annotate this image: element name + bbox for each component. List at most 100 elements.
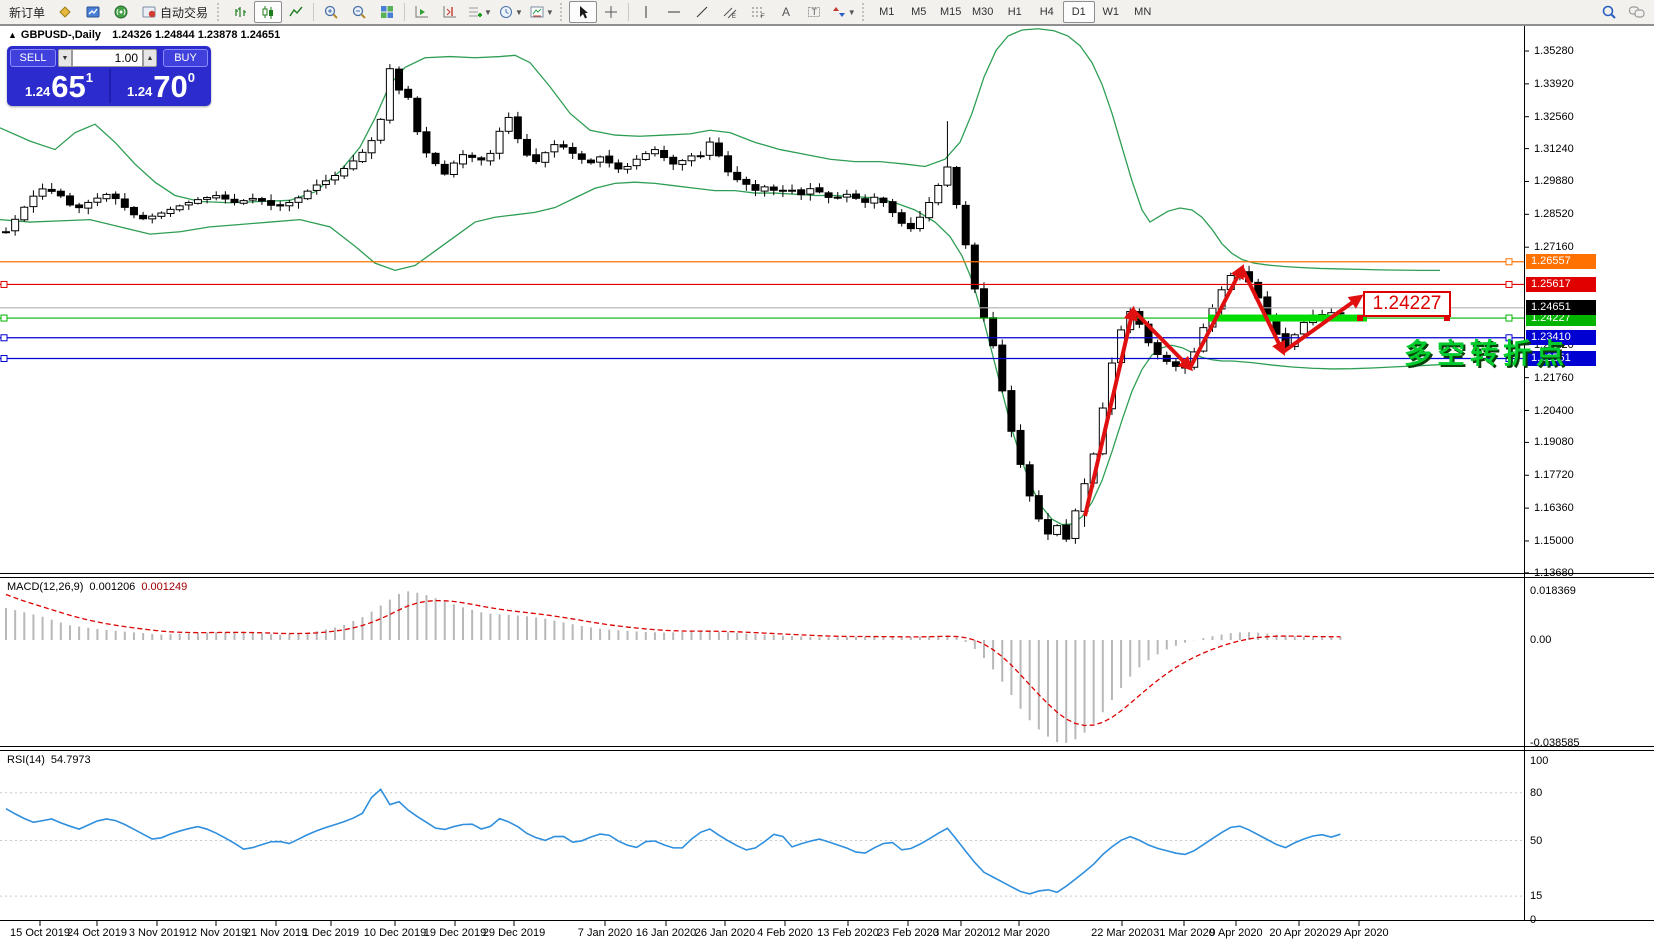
new-order-button[interactable]: 新订单 bbox=[3, 1, 51, 23]
candle-body bbox=[569, 148, 576, 154]
candle-body bbox=[359, 152, 366, 161]
trendline-tool-button[interactable] bbox=[688, 1, 716, 23]
zigzag-arrow[interactable] bbox=[1085, 310, 1133, 516]
candle-body bbox=[249, 198, 256, 200]
autotrading-icon bbox=[141, 4, 157, 20]
candle-body bbox=[807, 189, 814, 194]
chart-canvas[interactable] bbox=[0, 0, 1654, 943]
callout-anchor-handle[interactable] bbox=[1444, 315, 1450, 321]
candle-body bbox=[990, 318, 997, 346]
candle-body bbox=[1282, 334, 1289, 347]
cursor-tool-button[interactable] bbox=[569, 1, 597, 23]
volume-decrease-button[interactable]: ▼ bbox=[58, 49, 72, 67]
zigzag-arrow[interactable] bbox=[1283, 297, 1360, 352]
line-anchor-handle[interactable] bbox=[1506, 281, 1512, 287]
autotrading-button[interactable]: 自动交易 bbox=[135, 1, 214, 23]
candle-body bbox=[21, 207, 28, 220]
collapse-panel-icon[interactable]: ▲ bbox=[8, 30, 17, 40]
candle-body bbox=[313, 185, 320, 190]
candle-body bbox=[450, 163, 457, 174]
toolbar-separator bbox=[404, 3, 405, 21]
candle-body bbox=[587, 160, 594, 163]
candle-body bbox=[322, 181, 329, 185]
zoom-out-button[interactable] bbox=[345, 1, 373, 23]
volume-input[interactable]: 1.00 bbox=[72, 49, 143, 67]
templates-button[interactable]: ▼ bbox=[526, 1, 557, 23]
candle-body bbox=[816, 188, 823, 192]
line-anchor-handle[interactable] bbox=[1, 335, 7, 341]
timeframe-m15-button[interactable]: M15 bbox=[935, 1, 967, 23]
candle-body bbox=[341, 169, 348, 176]
candle-body bbox=[953, 167, 960, 204]
chart-shift-button[interactable] bbox=[436, 1, 464, 23]
text-tool-button[interactable]: A bbox=[772, 1, 800, 23]
horizontal-line-tool-button[interactable] bbox=[660, 1, 688, 23]
line-chart-button[interactable] bbox=[282, 1, 310, 23]
candle-body bbox=[789, 190, 796, 191]
candle-body bbox=[130, 207, 137, 214]
candle-body bbox=[377, 119, 384, 140]
line-anchor-handle[interactable] bbox=[1506, 315, 1512, 321]
candle-body bbox=[633, 159, 640, 165]
sell-button[interactable]: SELL bbox=[10, 49, 56, 67]
metaquotes-icon[interactable] bbox=[51, 1, 79, 23]
price-callout-label[interactable]: 1.24227 bbox=[1363, 291, 1451, 317]
candle-body bbox=[578, 154, 585, 159]
timeframe-w1-button[interactable]: W1 bbox=[1095, 1, 1127, 23]
rsi-name: RSI(14) bbox=[7, 754, 45, 766]
callout-anchor-handle[interactable] bbox=[1357, 315, 1363, 321]
tile-windows-button[interactable] bbox=[373, 1, 401, 23]
periods-button[interactable]: ▼ bbox=[495, 1, 526, 23]
one-click-trade-panel: SELL ▼ 1.00 ▲ BUY 1.24651 1.24700 bbox=[7, 46, 211, 106]
zigzag-arrow[interactable] bbox=[1242, 268, 1283, 352]
search-icon[interactable] bbox=[1595, 1, 1623, 23]
line-anchor-handle[interactable] bbox=[1, 356, 7, 362]
candle-body bbox=[1072, 511, 1079, 539]
candle-body bbox=[295, 198, 302, 203]
candle-body bbox=[843, 194, 850, 197]
timeframe-mn-button[interactable]: MN bbox=[1127, 1, 1159, 23]
svg-text:F: F bbox=[761, 14, 765, 20]
candle-body bbox=[423, 132, 430, 153]
arrows-tool-button[interactable]: ▼ bbox=[828, 1, 859, 23]
macd-panel[interactable] bbox=[6, 591, 1340, 743]
timeframe-h1-button[interactable]: H1 bbox=[999, 1, 1031, 23]
candle-body bbox=[980, 289, 987, 318]
trend-segment[interactable] bbox=[1208, 315, 1367, 322]
crosshair-tool-button[interactable] bbox=[597, 1, 625, 23]
line-anchor-handle[interactable] bbox=[1, 315, 7, 321]
volume-increase-button[interactable]: ▲ bbox=[143, 49, 157, 67]
line-anchor-handle[interactable] bbox=[1506, 259, 1512, 265]
channel-tool-button[interactable]: E bbox=[716, 1, 744, 23]
timeframe-h4-button[interactable]: H4 bbox=[1031, 1, 1063, 23]
fibonacci-tool-button[interactable]: F bbox=[744, 1, 772, 23]
auto-scroll-button[interactable] bbox=[408, 1, 436, 23]
timeframe-d1-button[interactable]: D1 bbox=[1063, 1, 1095, 23]
sell-price-small: 1.24 bbox=[25, 84, 50, 99]
market-watch-icon[interactable] bbox=[79, 1, 107, 23]
timeframe-m1-button[interactable]: M1 bbox=[871, 1, 903, 23]
main-chart-panel[interactable] bbox=[0, 29, 1524, 544]
annotation-text[interactable]: 多空转折点 bbox=[1404, 339, 1569, 369]
vertical-line-tool-button[interactable] bbox=[632, 1, 660, 23]
candle-body bbox=[140, 215, 147, 218]
timeframe-m30-button[interactable]: M30 bbox=[967, 1, 999, 23]
zoom-in-button[interactable] bbox=[317, 1, 345, 23]
rsi-panel[interactable] bbox=[0, 789, 1524, 896]
candle-body bbox=[1054, 526, 1061, 535]
chat-icon[interactable] bbox=[1623, 1, 1651, 23]
label-tool-button[interactable]: T bbox=[800, 1, 828, 23]
bar-chart-button[interactable] bbox=[226, 1, 254, 23]
candle-body bbox=[1300, 322, 1307, 334]
candlestick-chart-button[interactable] bbox=[254, 1, 282, 23]
indicators-button[interactable]: ▼ bbox=[464, 1, 495, 23]
sell-price[interactable]: 1.24651 bbox=[11, 68, 107, 104]
candle-body bbox=[258, 199, 265, 202]
zigzag-arrow[interactable] bbox=[1133, 310, 1190, 368]
timeframe-m5-button[interactable]: M5 bbox=[903, 1, 935, 23]
buy-price[interactable]: 1.24700 bbox=[113, 68, 209, 104]
candle-body bbox=[533, 155, 540, 162]
buy-button[interactable]: BUY bbox=[163, 49, 208, 67]
line-anchor-handle[interactable] bbox=[1, 281, 7, 287]
signal-icon[interactable] bbox=[107, 1, 135, 23]
